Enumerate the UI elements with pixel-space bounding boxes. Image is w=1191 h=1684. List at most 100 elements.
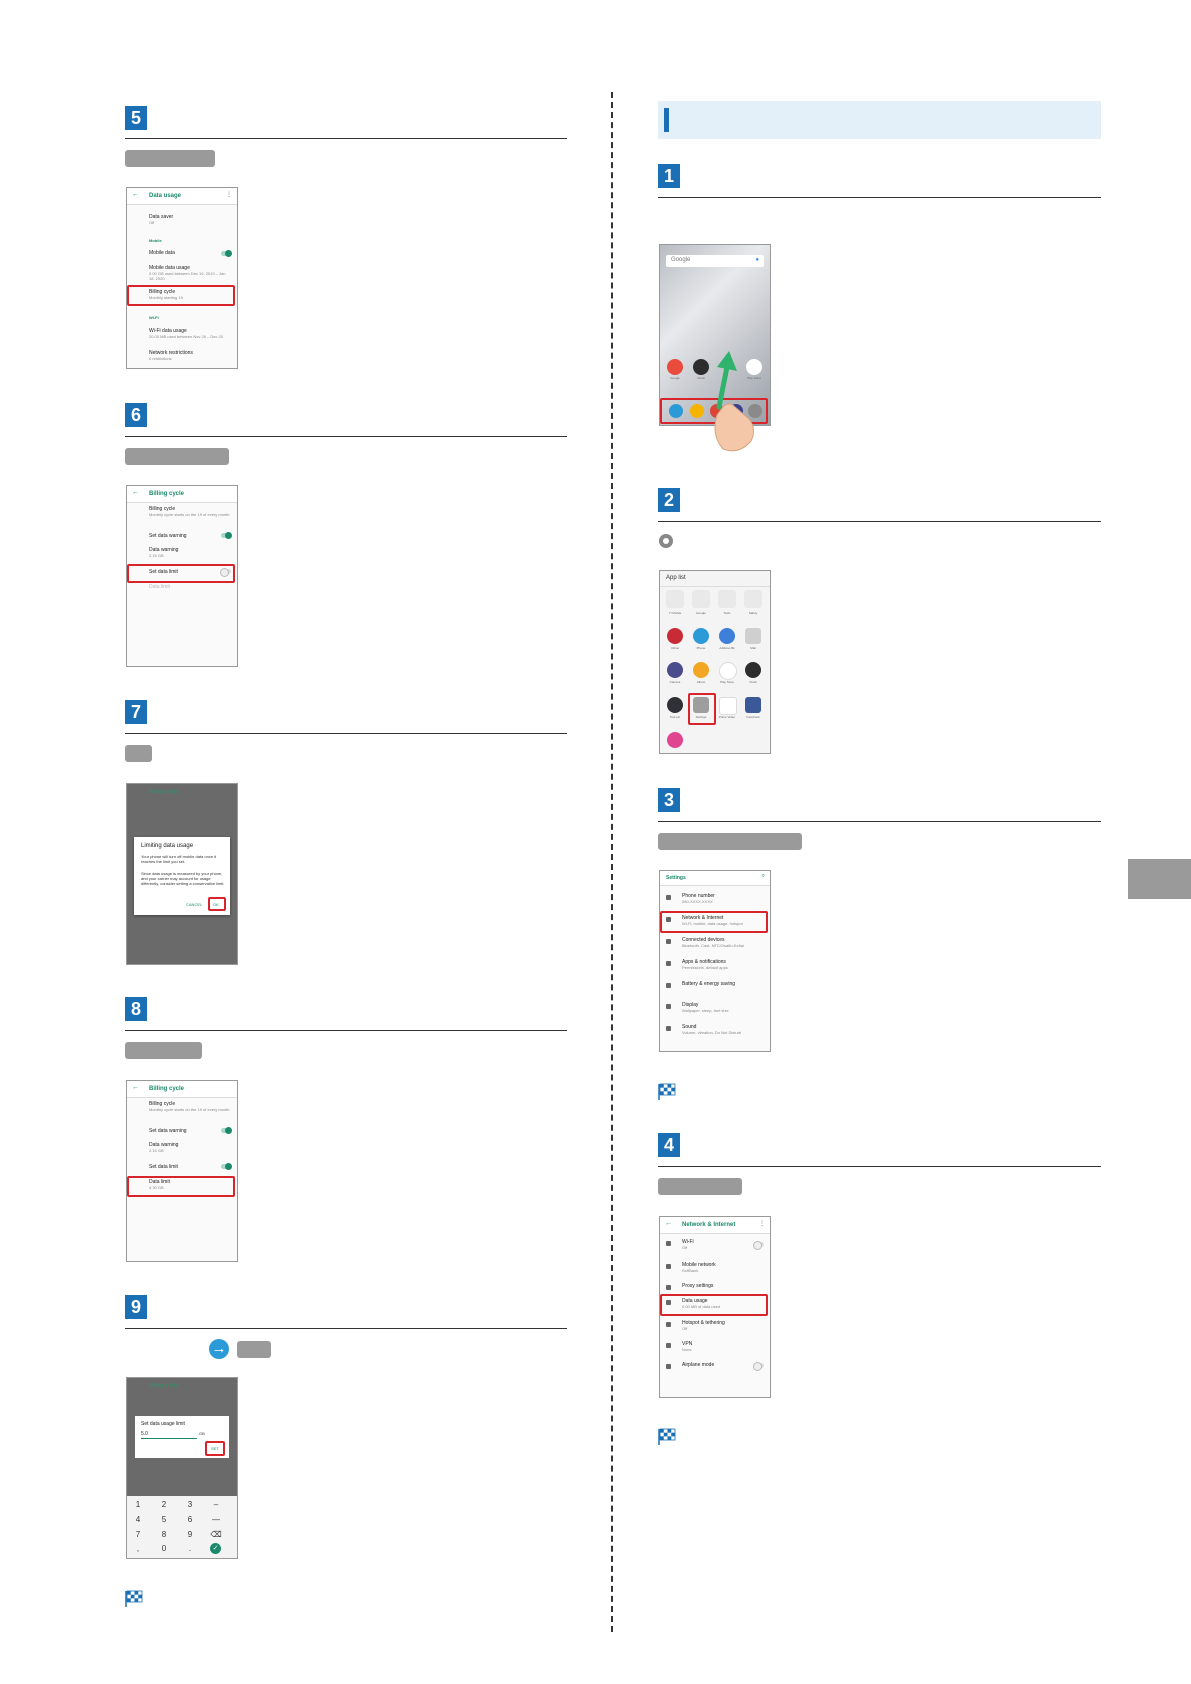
dialog-title: Limiting data usage [141,843,194,849]
app-bar: ← Billing cycle [127,486,237,503]
step-number-8: 8 [125,997,147,1021]
toggle-switch[interactable] [753,1241,764,1250]
step-divider [125,138,567,139]
google-folder-icon[interactable] [692,590,710,608]
highlight-box [208,897,226,911]
airplane-icon [666,1364,671,1369]
highlight-box [127,564,235,583]
step-divider [658,197,1101,198]
key-comma[interactable]: , [132,1544,144,1553]
mail-icon[interactable] [745,628,761,644]
step-divider [658,521,1101,522]
tools-folder-icon[interactable] [718,590,736,608]
step-number-2: 2 [658,488,680,512]
back-arrow-icon: ← [665,1220,672,1227]
phone-screenshot-billing-cycle: ← Billing cycle Billing cycle Monthly cyc… [126,485,238,667]
divider [660,586,770,587]
clock-icon[interactable] [745,662,761,678]
tool-app-icon[interactable] [667,697,683,713]
screen-title: Billing cycle [149,491,185,497]
column-divider [611,92,613,1632]
safety-folder-icon[interactable] [744,590,762,608]
step-divider [125,1030,567,1031]
mic-icon: ● [755,257,759,263]
list-item: Network restrictions 0 restrictions [149,350,193,361]
battery-icon [666,983,671,988]
key-6[interactable]: 6 [184,1515,196,1524]
key-3[interactable]: 3 [184,1500,196,1509]
cancel-button[interactable]: CANCEL [186,902,202,907]
contacts-icon[interactable] [719,628,735,644]
list-item: Billing cycle Monthly cycle starts on the… [149,506,230,517]
toggle-switch [221,1163,232,1170]
key-0[interactable]: 0 [158,1544,170,1553]
more-vert-icon: ⋮ [226,192,232,198]
settings-gear-icon [659,534,673,548]
highlight-box [688,693,716,725]
section-label: Mobile [149,238,162,243]
back-arrow-icon: ← [132,191,139,198]
app-icon[interactable] [667,732,683,748]
list-item: Set data warning [149,1128,187,1134]
step-number-4: 4 [658,1133,680,1157]
app-label: Y! Mobile [668,611,682,615]
swipe-up-gesture-icon [714,351,755,452]
app-label: Yahoo [670,646,680,650]
done-key[interactable]: ✓ [210,1543,221,1554]
phone-screenshot-settings: Settings ⌕ Phone number 080-XXXX-XXXX Net… [659,870,771,1052]
list-item: Mobile data usage 0.00 GB used between De… [149,265,226,281]
play-store-icon[interactable] [719,662,737,680]
prime-video-icon[interactable] [719,697,737,715]
list-item: Data warning 2.15 GB [149,547,179,558]
key-minus[interactable]: – [210,1500,222,1509]
unit-select[interactable]: GB [199,1431,205,1436]
key-2[interactable]: 2 [158,1500,170,1509]
google-search-bar[interactable]: Google ● [666,255,764,267]
phone-icon[interactable] [693,628,709,644]
key-8[interactable]: 8 [158,1530,170,1539]
step-number-3: 3 [658,788,680,812]
app-label: Album [696,680,706,684]
search-placeholder: Google [671,257,691,263]
app-label: Tools [723,611,731,615]
step-divider [125,733,567,734]
key-4[interactable]: 4 [132,1515,144,1524]
checkered-flag-icon [125,1590,143,1607]
toggle-switch[interactable] [753,1362,764,1371]
backspace-key[interactable]: ⌫ [210,1530,222,1539]
app-label: Address Bk [719,646,735,650]
vpn-key-icon [666,1343,671,1348]
app-label: Facebook [746,715,760,719]
yahoo-icon[interactable] [667,628,683,644]
step-divider [658,821,1101,822]
album-icon[interactable] [693,662,709,678]
camera-icon[interactable] [667,662,683,678]
section-header-accent [664,108,669,132]
section-label: Wi-Fi [149,315,159,320]
ymobile-folder-icon[interactable] [666,590,684,608]
display-icon [666,1004,671,1009]
step-number-7: 7 [125,700,147,724]
screen-title: App list [666,575,686,581]
phone-screenshot-data-usage: ← Data usage ⋮ Data saver Off Mobile Mobi… [126,187,238,369]
google-folder-icon[interactable] [667,359,683,375]
key-dash[interactable]: — [210,1515,222,1524]
wifi-icon [666,1241,671,1246]
key-period[interactable]: . [184,1544,196,1553]
checkered-flag-icon [658,1428,676,1445]
toggle-switch [221,1127,232,1134]
screen-title: Network & Internet [682,1222,736,1228]
screen-title: Data usage [149,193,182,199]
key-1[interactable]: 1 [132,1500,144,1509]
dialog-title: Set data usage limit [141,1421,185,1427]
more-vert-icon: ⋮ [759,1221,765,1227]
apps-icon [666,961,671,966]
gray-button-redacted [125,448,229,465]
key-9[interactable]: 9 [184,1530,196,1539]
limit-input[interactable]: 5.0 [141,1431,197,1439]
key-5[interactable]: 5 [158,1515,170,1524]
key-7[interactable]: 7 [132,1530,144,1539]
back-arrow-icon: ← [132,489,139,496]
facebook-icon[interactable] [745,697,761,713]
dialog-text: Your phone will turn off mobile data onc… [141,854,217,864]
